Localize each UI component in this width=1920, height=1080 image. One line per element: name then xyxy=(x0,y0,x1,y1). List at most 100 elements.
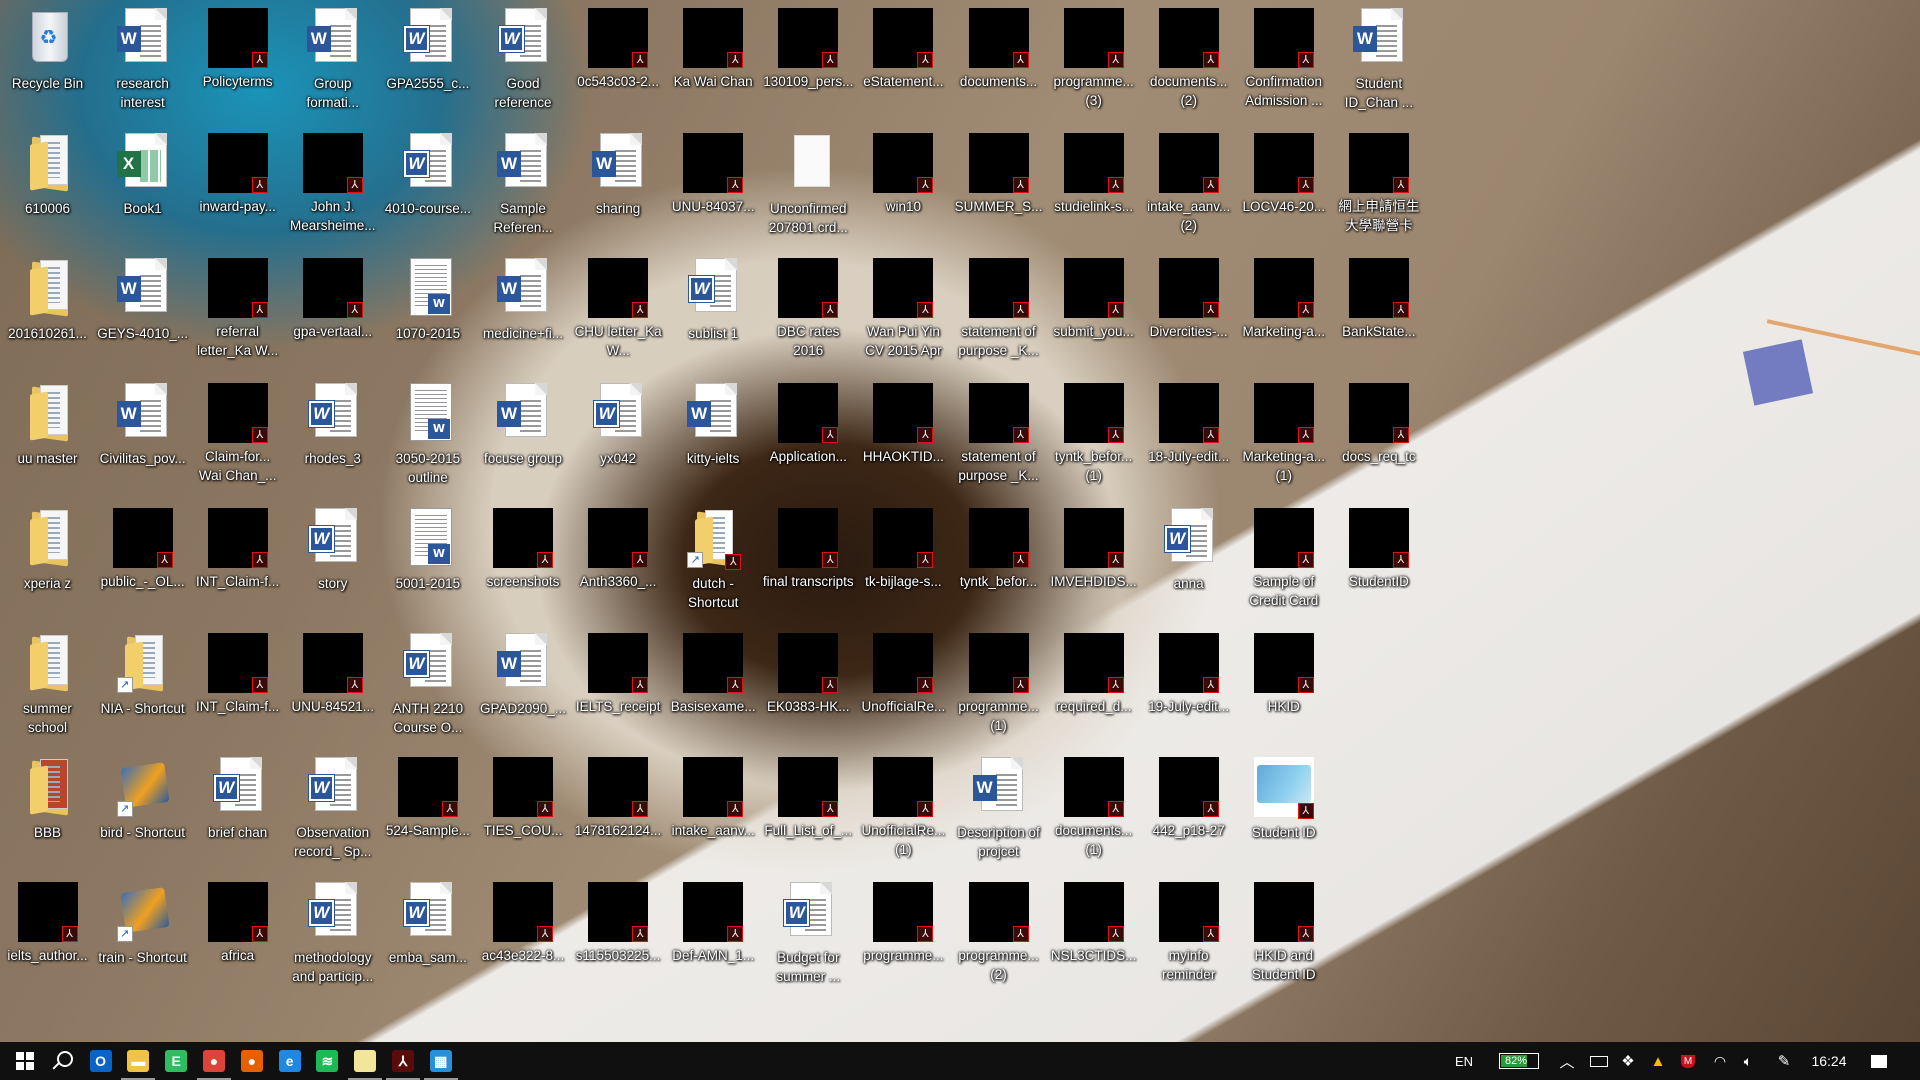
desktop-icon[interactable]: Wfocuse group xyxy=(476,377,571,468)
desktop-icon[interactable]: ⅄ StudentID xyxy=(1331,502,1426,591)
desktop-icon[interactable]: Wstory xyxy=(285,502,380,593)
desktop-icon[interactable]: ⅄ UnofficialRe... xyxy=(856,627,951,716)
desktop-icon[interactable]: W 5001-2015 xyxy=(380,502,475,593)
desktop-icon[interactable]: ⅄ screenshots xyxy=(476,502,571,591)
desktop-icon[interactable]: ⅄ INT_Claim-f... xyxy=(190,627,285,716)
desktop-icon[interactable]: ⅄ intake_aanv... xyxy=(666,751,761,840)
desktop-icon[interactable]: Wemba_sam... xyxy=(380,876,475,967)
desktop-icon[interactable]: ⅄ documents... xyxy=(951,2,1046,91)
desktop-icon[interactable]: ⅄ Basisexame... xyxy=(666,627,761,716)
desktop-icon[interactable]: ⅄ Claim-for... Wai Chan_... xyxy=(190,377,285,485)
desktop-icon[interactable]: ⅄ 442_p18-27 xyxy=(1141,751,1236,840)
desktop-icon[interactable]: ⅄ statement of purpose _K... xyxy=(951,377,1046,485)
desktop-icon[interactable]: ⅄ inward-pay... xyxy=(190,127,285,216)
desktop-icon[interactable]: ⅄ HKID and Student ID xyxy=(1236,876,1331,984)
desktop-icon[interactable]: W Student ID_Chan ... xyxy=(1331,2,1426,112)
desktop-icon[interactable]: ⅄ IELTS_receipt xyxy=(571,627,666,716)
desktop-icon[interactable]: ⅄ UnofficialRe... (1) xyxy=(856,751,951,859)
desktop-icon[interactable]: ⅄ myinfo reminder xyxy=(1141,876,1236,984)
desktop-icon[interactable]: ⅄ final transcripts xyxy=(761,502,856,591)
desktop-icon[interactable]: ⅄ Anth3360_... xyxy=(571,502,666,591)
desktop-icon[interactable]: Wmethodology and particip... xyxy=(285,876,380,986)
desktop-icon[interactable]: ⅄ documents... (1) xyxy=(1046,751,1141,859)
desktop-icon[interactable]: ⅄ UNU-84521... xyxy=(285,627,380,716)
desktop-icon[interactable]: ⅄ Confirmation Admission ... xyxy=(1236,2,1331,110)
desktop-icon[interactable]: ⅄ Sample of Credit Card xyxy=(1236,502,1331,610)
desktop-icon[interactable]: ⅄ DBC rates 2016 xyxy=(761,252,856,360)
desktop-icon[interactable]: ⅄ Marketing-a... (1) xyxy=(1236,377,1331,485)
desktop-icon[interactable]: W GEYS-4010_... xyxy=(95,252,190,343)
desktop[interactable]: Recycle Bin 610006 201610261... uu master xp… xyxy=(0,0,1920,1042)
desktop-icon[interactable]: ⅄ NSL3CTIDS... xyxy=(1046,876,1141,965)
desktop-icon[interactable]: X Book1 xyxy=(95,127,190,218)
desktop-icon[interactable]: ⅄ CHU letter_Ka W... xyxy=(571,252,666,360)
desktop-icon[interactable]: ⅄ docs_req_tc xyxy=(1331,377,1426,466)
power-button[interactable] xyxy=(1586,1042,1612,1080)
desktop-icon[interactable]: ⅄ public_-_OL... xyxy=(95,502,190,591)
desktop-icon[interactable]: ⅄ studielink-s... xyxy=(1046,127,1141,216)
desktop-icon[interactable]: ⅄ HKID xyxy=(1236,627,1331,716)
desktop-icon[interactable]: ⅄ referral letter_Ka W... xyxy=(190,252,285,360)
desktop-icon[interactable]: ⅄ 1478162124... xyxy=(571,751,666,840)
desktop-icon[interactable]: ⅄ 0c543c03-2... xyxy=(571,2,666,91)
desktop-icon[interactable]: W Civilitas_pov... xyxy=(95,377,190,468)
desktop-icon[interactable]: Wrhodes_3 xyxy=(285,377,380,468)
desktop-icon[interactable]: ⅄ submit_you... xyxy=(1046,252,1141,341)
desktop-icon[interactable]: ⅄ Divercities-... xyxy=(1141,252,1236,341)
desktop-icon[interactable]: xperia z xyxy=(0,502,95,593)
desktop-icon[interactable]: Wresearch interest xyxy=(95,2,190,112)
desktop-icon[interactable]: ⅄ Def-AMN_1... xyxy=(666,876,761,965)
desktop-icon[interactable]: ⅄ ac43e322-8... xyxy=(476,876,571,965)
desktop-icon[interactable]: Wanna xyxy=(1141,502,1236,593)
desktop-icon[interactable]: ⅄ programme... (1) xyxy=(951,627,1046,735)
desktop-icon[interactable]: Unconfirmed 207801.crd... xyxy=(761,127,856,237)
desktop-icon[interactable]: ⅄ tyntk_befor... (1) xyxy=(1046,377,1141,485)
show-hidden-icons-button[interactable]: ︿ xyxy=(1555,1042,1579,1080)
desktop-icon[interactable]: ⅄ John J. Mearsheime... xyxy=(285,127,380,235)
desktop-icon[interactable]: ⅄ Policyterms xyxy=(190,2,285,91)
desktop-icon[interactable]: W Group formati... xyxy=(285,2,380,112)
desktop-icon[interactable]: ⅄ programme... (3) xyxy=(1046,2,1141,110)
desktop-icon[interactable]: W 1070-2015 xyxy=(380,252,475,343)
google-drive-button[interactable]: ▲ xyxy=(1645,1042,1671,1080)
wifi-button[interactable]: ◠ xyxy=(1707,1042,1733,1080)
battery-meter[interactable]: 82% xyxy=(1494,1042,1544,1080)
dropbox-button[interactable]: ❖ xyxy=(1615,1042,1641,1080)
desktop-icon[interactable]: W 4010-course... xyxy=(380,127,475,218)
desktop-icon[interactable]: W Observation record_ Sp... xyxy=(285,751,380,861)
desktop-icon[interactable]: Wsublist 1 xyxy=(666,252,761,343)
desktop-icon[interactable]: ⅄ Wan Pui Yin CV 2015 Apr xyxy=(856,252,951,360)
desktop-icon[interactable]: ⅄ eStatement... xyxy=(856,2,951,91)
desktop-icon[interactable]: ⅄ africa xyxy=(190,876,285,965)
desktop-icon[interactable]: ⅄ programme... (2) xyxy=(951,876,1046,984)
desktop-icon[interactable]: ⅄ ↗ dutch - Shortcut xyxy=(666,502,761,612)
desktop-icon[interactable]: ⅄ required_d... xyxy=(1046,627,1141,716)
desktop-icon[interactable]: ↗ train - Shortcut xyxy=(95,876,190,967)
desktop-icon[interactable]: 201610261... xyxy=(0,252,95,343)
desktop-icon[interactable]: ⅄ ielts_author... xyxy=(0,876,95,965)
desktop-icon[interactable]: ⅄ Marketing-a... xyxy=(1236,252,1331,341)
desktop-icon[interactable]: W GPAD2090_... xyxy=(476,627,571,718)
desktop-icon[interactable]: ⅄ intake_aanv... (2) xyxy=(1141,127,1236,235)
desktop-icon[interactable]: ↗ NIA - Shortcut xyxy=(95,627,190,718)
control-panel[interactable]: ▦ xyxy=(418,1042,464,1080)
desktop-icon[interactable]: ⅄ 18-July-edit... xyxy=(1141,377,1236,466)
desktop-icon[interactable]: Wbrief chan xyxy=(190,751,285,842)
desktop-icon[interactable]: ⅄ LOCV46-20... xyxy=(1236,127,1331,216)
desktop-icon[interactable]: ⅄ IMVEHDIDS... xyxy=(1046,502,1141,591)
desktop-icon[interactable]: ⅄ statement of purpose _K... xyxy=(951,252,1046,360)
desktop-icon[interactable]: ⅄ 130109_pers... xyxy=(761,2,856,91)
desktop-icon[interactable]: Wmedicine+fi... xyxy=(476,252,571,343)
desktop-icon[interactable]: W 3050-2015 outline xyxy=(380,377,475,487)
desktop-icon[interactable]: ⅄ 網上申請恒生大學聯營卡 xyxy=(1331,127,1426,235)
desktop-icon[interactable]: ⅄ documents... (2) xyxy=(1141,2,1236,110)
clock[interactable]: 16:24 xyxy=(1808,1042,1850,1080)
desktop-icon[interactable]: summer school xyxy=(0,627,95,737)
desktop-icon[interactable]: ⅄ INT_Claim-f... xyxy=(190,502,285,591)
desktop-icon[interactable]: ⅄ programme... xyxy=(856,876,951,965)
desktop-icon[interactable]: ⅄ UNU-84037... xyxy=(666,127,761,216)
desktop-icon[interactable]: Wyx042 xyxy=(571,377,666,468)
desktop-icon[interactable]: W Good reference xyxy=(476,2,571,112)
desktop-icon[interactable]: ⅄ Application... xyxy=(761,377,856,466)
desktop-icon[interactable]: ⅄ HHAOKTID... xyxy=(856,377,951,466)
